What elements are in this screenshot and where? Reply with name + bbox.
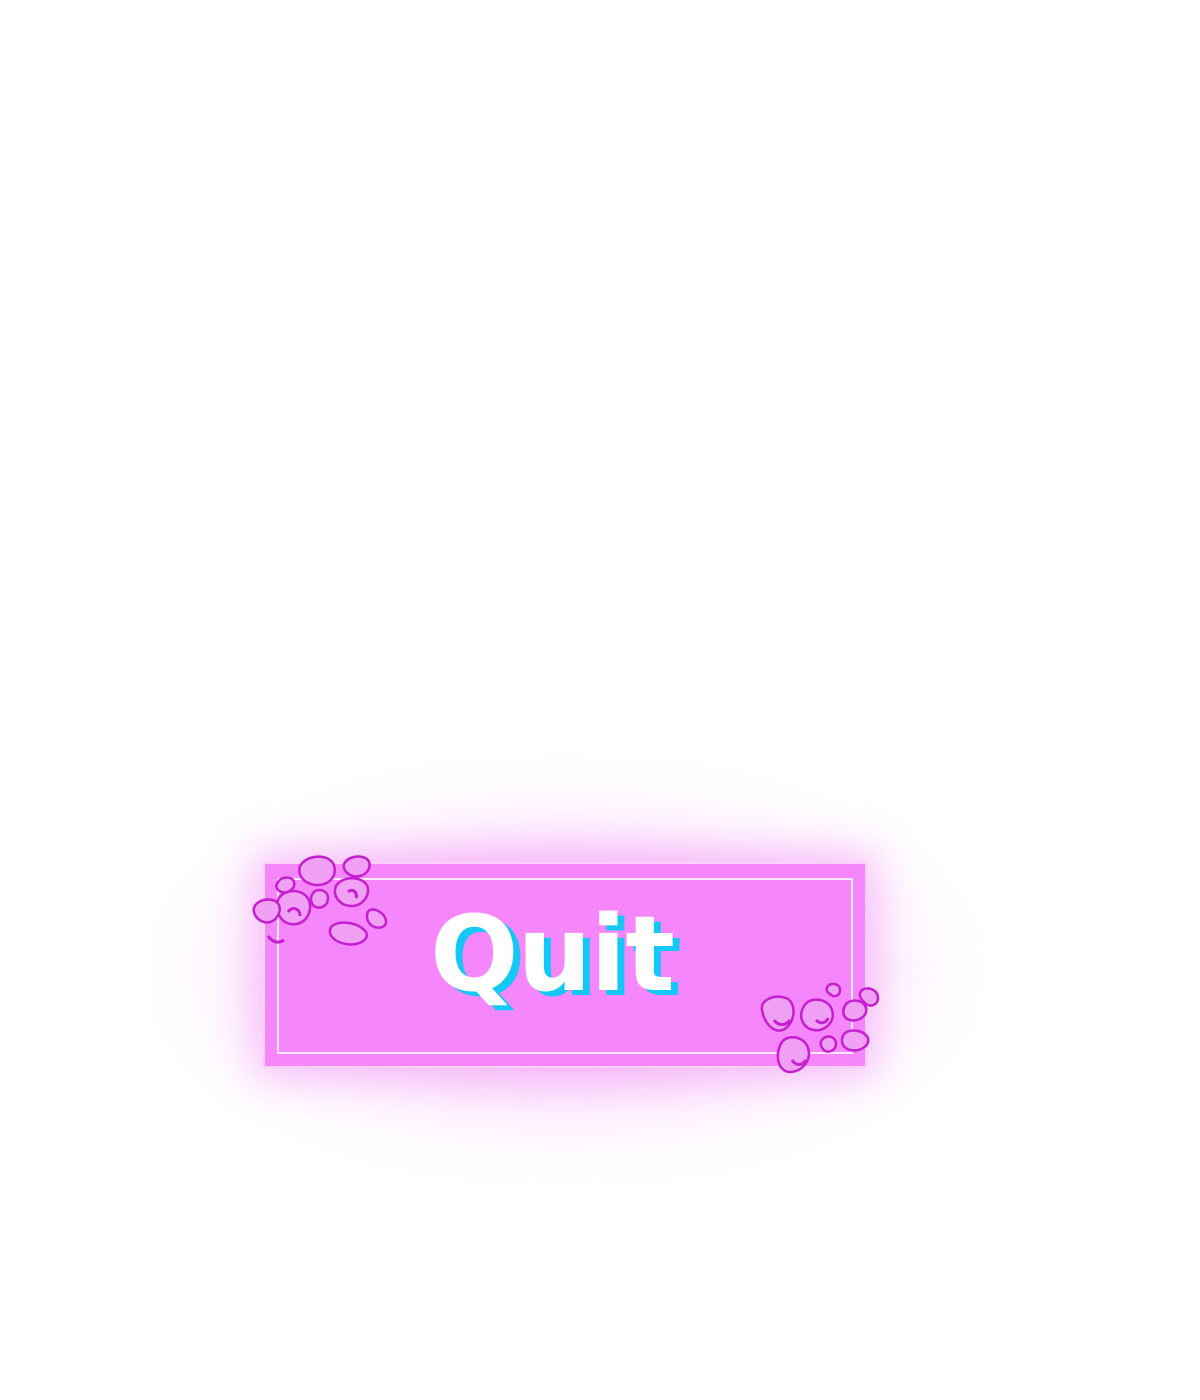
menu-screen: Quit [0, 0, 1200, 1400]
flower-ornament-icon [760, 982, 880, 1074]
flower-ornament-icon [252, 855, 388, 946]
